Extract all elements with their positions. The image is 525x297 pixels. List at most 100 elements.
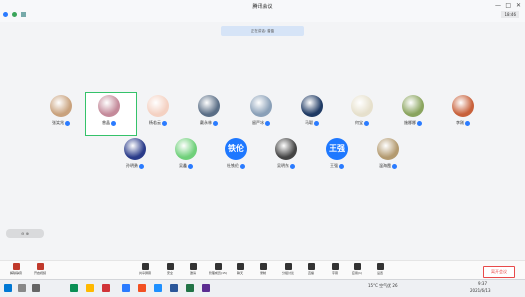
toolbar-icon	[36, 263, 44, 270]
participant-name: 施娜娜	[396, 120, 430, 126]
toolbar-icon	[236, 263, 244, 270]
toolbar-icon	[259, 263, 267, 270]
toolbar-icon	[284, 263, 292, 270]
avatar	[351, 95, 373, 117]
participant-tile[interactable]: 马聪	[295, 95, 329, 126]
participant-name-text: 杨若云	[149, 120, 161, 125]
toolbar-icon	[353, 263, 361, 270]
toolbar-button-3[interactable]: 管理成员(15)	[207, 263, 229, 275]
toolbar-button-0[interactable]: 解除静音	[5, 263, 27, 275]
mic-muted-icon	[240, 163, 245, 169]
app-icon[interactable]	[202, 284, 210, 292]
clock-date: 2021/6/13	[470, 288, 491, 293]
participant-tile[interactable]: 何宝	[345, 95, 379, 126]
toolbar-label: 共享屏幕	[138, 271, 151, 275]
toolbar-button-10[interactable]: 设置	[369, 263, 391, 275]
participant-name: 孙明勇	[118, 163, 152, 169]
shield-icon[interactable]	[12, 12, 17, 17]
leave-meeting-button[interactable]: 离开会议	[483, 266, 515, 278]
meeting-toolbar: 解除静音 开启视频 共享屏幕 安全 邀请 管理成员(15) 聊天 录制 分组讨论 直播 字幕 应用(1…	[0, 260, 525, 279]
toolbar-button-8[interactable]: 字幕	[324, 263, 346, 275]
toolbar-label: 邀请	[189, 271, 196, 275]
participant-name: 吴明东	[269, 163, 303, 169]
participant-name-text: 曾晶	[102, 120, 110, 125]
toolbar-button-5[interactable]: 录制	[252, 263, 274, 275]
windows-taskbar: 15°C 空气优 26 9:37 2021/6/13	[0, 279, 525, 297]
participant-name: 张笑兆	[44, 120, 78, 126]
avatar: 铁伦	[225, 138, 247, 160]
toolbar-button-7[interactable]: 直播	[300, 263, 322, 275]
mic-muted-icon	[188, 163, 193, 169]
window-title: 腾讯会议	[252, 4, 273, 10]
participant-name-text: 施娜娜	[404, 120, 416, 125]
participant-tile[interactable]: 施娜娜	[396, 95, 430, 126]
signal-icon[interactable]	[21, 12, 26, 17]
participant-name-text: 马聪	[305, 120, 313, 125]
toolbar-label: 录制	[259, 271, 266, 275]
edge-icon[interactable]	[70, 284, 78, 292]
participant-name: 何宝	[345, 120, 379, 126]
toolbar-icon	[12, 263, 20, 270]
participant-tile[interactable]: 铁伦 杜铁伦	[219, 138, 253, 169]
toolbar-button-1[interactable]: 开启视频	[29, 263, 51, 275]
word-icon[interactable]	[170, 284, 178, 292]
avatar	[98, 95, 120, 117]
search-icon[interactable]	[18, 284, 26, 292]
participant-tile[interactable]: 曾晶	[92, 95, 126, 126]
toolbar-label: 聊天	[236, 271, 243, 275]
toolbar-label: 直播	[307, 271, 314, 275]
participant-tile[interactable]: 戴永林	[192, 95, 226, 126]
participant-tile[interactable]: 温海霞	[371, 138, 405, 169]
participant-tile[interactable]: 吴鑫	[169, 138, 203, 169]
weather-label: 15°C 空气优 26	[368, 283, 398, 288]
excel-icon[interactable]	[186, 284, 194, 292]
app-icon[interactable]	[154, 284, 162, 292]
toolbar-label: 管理成员(15)	[208, 271, 228, 275]
toolbar-button-4[interactable]: 聊天	[229, 263, 251, 275]
participant-name-text: 何宝	[355, 120, 363, 125]
taskview-icon[interactable]	[32, 284, 40, 292]
participant-tile[interactable]: 吴明东	[269, 138, 303, 169]
app-icon[interactable]	[102, 284, 110, 292]
toolbar-button-2[interactable]: 邀请	[182, 263, 204, 275]
mic-muted-icon	[162, 120, 167, 126]
tencent-meeting-icon[interactable]	[122, 284, 130, 292]
toolbar-button-0[interactable]: 共享屏幕	[134, 263, 156, 275]
minimize-icon[interactable]: —	[495, 2, 501, 9]
info-icon[interactable]	[3, 12, 8, 17]
participant-name-text: 吴鑫	[179, 163, 187, 168]
toolbar-button-1[interactable]: 安全	[159, 263, 181, 275]
avatar	[275, 138, 297, 160]
participant-tile[interactable]: 张笑兆	[44, 95, 78, 126]
toolbar-button-6[interactable]: 分组讨论	[277, 263, 299, 275]
participant-name-text: 戴永林	[200, 120, 212, 125]
toolbar-button-9[interactable]: 应用(1)	[346, 263, 368, 275]
mic-muted-icon	[111, 120, 116, 126]
participant-name: 曾晶	[92, 120, 126, 126]
zoom-control[interactable]: ⊖ ⊕	[6, 229, 44, 238]
participant-name: 杨若云	[141, 120, 175, 126]
maximize-icon[interactable]: □	[505, 2, 511, 9]
participant-tile[interactable]: 孙明勇	[118, 138, 152, 169]
participant-name-text: 吴明东	[277, 163, 289, 168]
clock-time: 9:37	[478, 281, 487, 286]
participant-tile[interactable]: 杨若云	[141, 95, 175, 126]
participant-tile[interactable]: 王强 王强	[320, 138, 354, 169]
start-icon[interactable]	[4, 284, 12, 292]
avatar	[147, 95, 169, 117]
app-icon[interactable]	[138, 284, 146, 292]
participant-tile[interactable]: 留严冰	[244, 95, 278, 126]
folder-icon[interactable]	[86, 284, 94, 292]
avatar	[250, 95, 272, 117]
avatar	[402, 95, 424, 117]
toolbar-label: 分组讨论	[281, 271, 294, 275]
close-icon[interactable]: ✕	[516, 2, 521, 9]
meeting-clock: 18:46	[501, 11, 519, 18]
avatar	[124, 138, 146, 160]
toolbar-label: 字幕	[331, 271, 338, 275]
avatar	[377, 138, 399, 160]
participant-tile[interactable]: 李刚	[446, 95, 480, 126]
participant-name: 杜铁伦	[219, 163, 253, 169]
title-bar: 腾讯会议 — □ ✕ 18:46	[0, 0, 525, 22]
toolbar-icon	[331, 263, 339, 270]
